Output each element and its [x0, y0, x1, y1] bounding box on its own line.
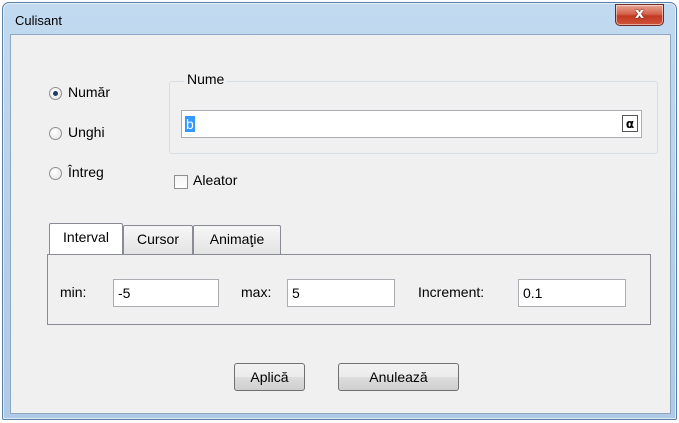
increment-label: Increment: — [418, 284, 485, 300]
tab-interval-label: Interval — [63, 229, 109, 245]
window-title: Culisant — [15, 13, 62, 28]
alpha-icon[interactable]: α — [622, 115, 638, 132]
tab-cursor[interactable]: Cursor — [123, 225, 193, 254]
max-label: max: — [241, 284, 272, 300]
name-input[interactable]: b α — [181, 110, 642, 138]
dialog-content: Număr Unghi Întreg Nume b α Aleator Inte… — [10, 34, 671, 414]
radio-button-number[interactable] — [49, 87, 62, 100]
tab-cursor-label: Cursor — [136, 231, 179, 247]
radio-angle-label: Unghi — [68, 124, 105, 140]
apply-button[interactable]: Aplică — [234, 363, 305, 391]
random-checkbox-label: Aleator — [193, 172, 238, 188]
close-button[interactable]: x — [615, 4, 664, 26]
radio-button-integer[interactable] — [49, 167, 62, 180]
increment-input-value: 0.1 — [523, 285, 543, 301]
interval-panel: min: -5 max: 5 Increment: 0.1 — [47, 254, 651, 325]
name-group-title: Nume — [184, 71, 228, 87]
cancel-button-label: Anulează — [369, 369, 428, 385]
cancel-button[interactable]: Anulează — [338, 363, 459, 391]
min-input-value: -5 — [118, 285, 131, 301]
dialog-window: Culisant x Număr Unghi Întreg Nume b α A… — [2, 2, 677, 420]
close-icon: x — [634, 6, 645, 22]
apply-button-label: Aplică — [250, 369, 289, 385]
tab-animation[interactable]: Animaţie — [193, 225, 281, 254]
tab-interval[interactable]: Interval — [49, 223, 123, 254]
min-label: min: — [60, 284, 87, 300]
min-input[interactable]: -5 — [113, 279, 219, 307]
max-input-value: 5 — [292, 285, 300, 301]
tab-animation-label: Animaţie — [209, 231, 265, 247]
name-input-value: b — [185, 116, 195, 132]
max-input[interactable]: 5 — [287, 279, 395, 307]
title-bar[interactable]: Culisant x — [3, 3, 676, 35]
increment-input[interactable]: 0.1 — [518, 279, 626, 307]
radio-number-label: Număr — [68, 84, 111, 100]
radio-integer-label: Întreg — [68, 164, 104, 180]
radio-button-angle[interactable] — [49, 127, 62, 140]
random-checkbox[interactable] — [174, 175, 188, 189]
